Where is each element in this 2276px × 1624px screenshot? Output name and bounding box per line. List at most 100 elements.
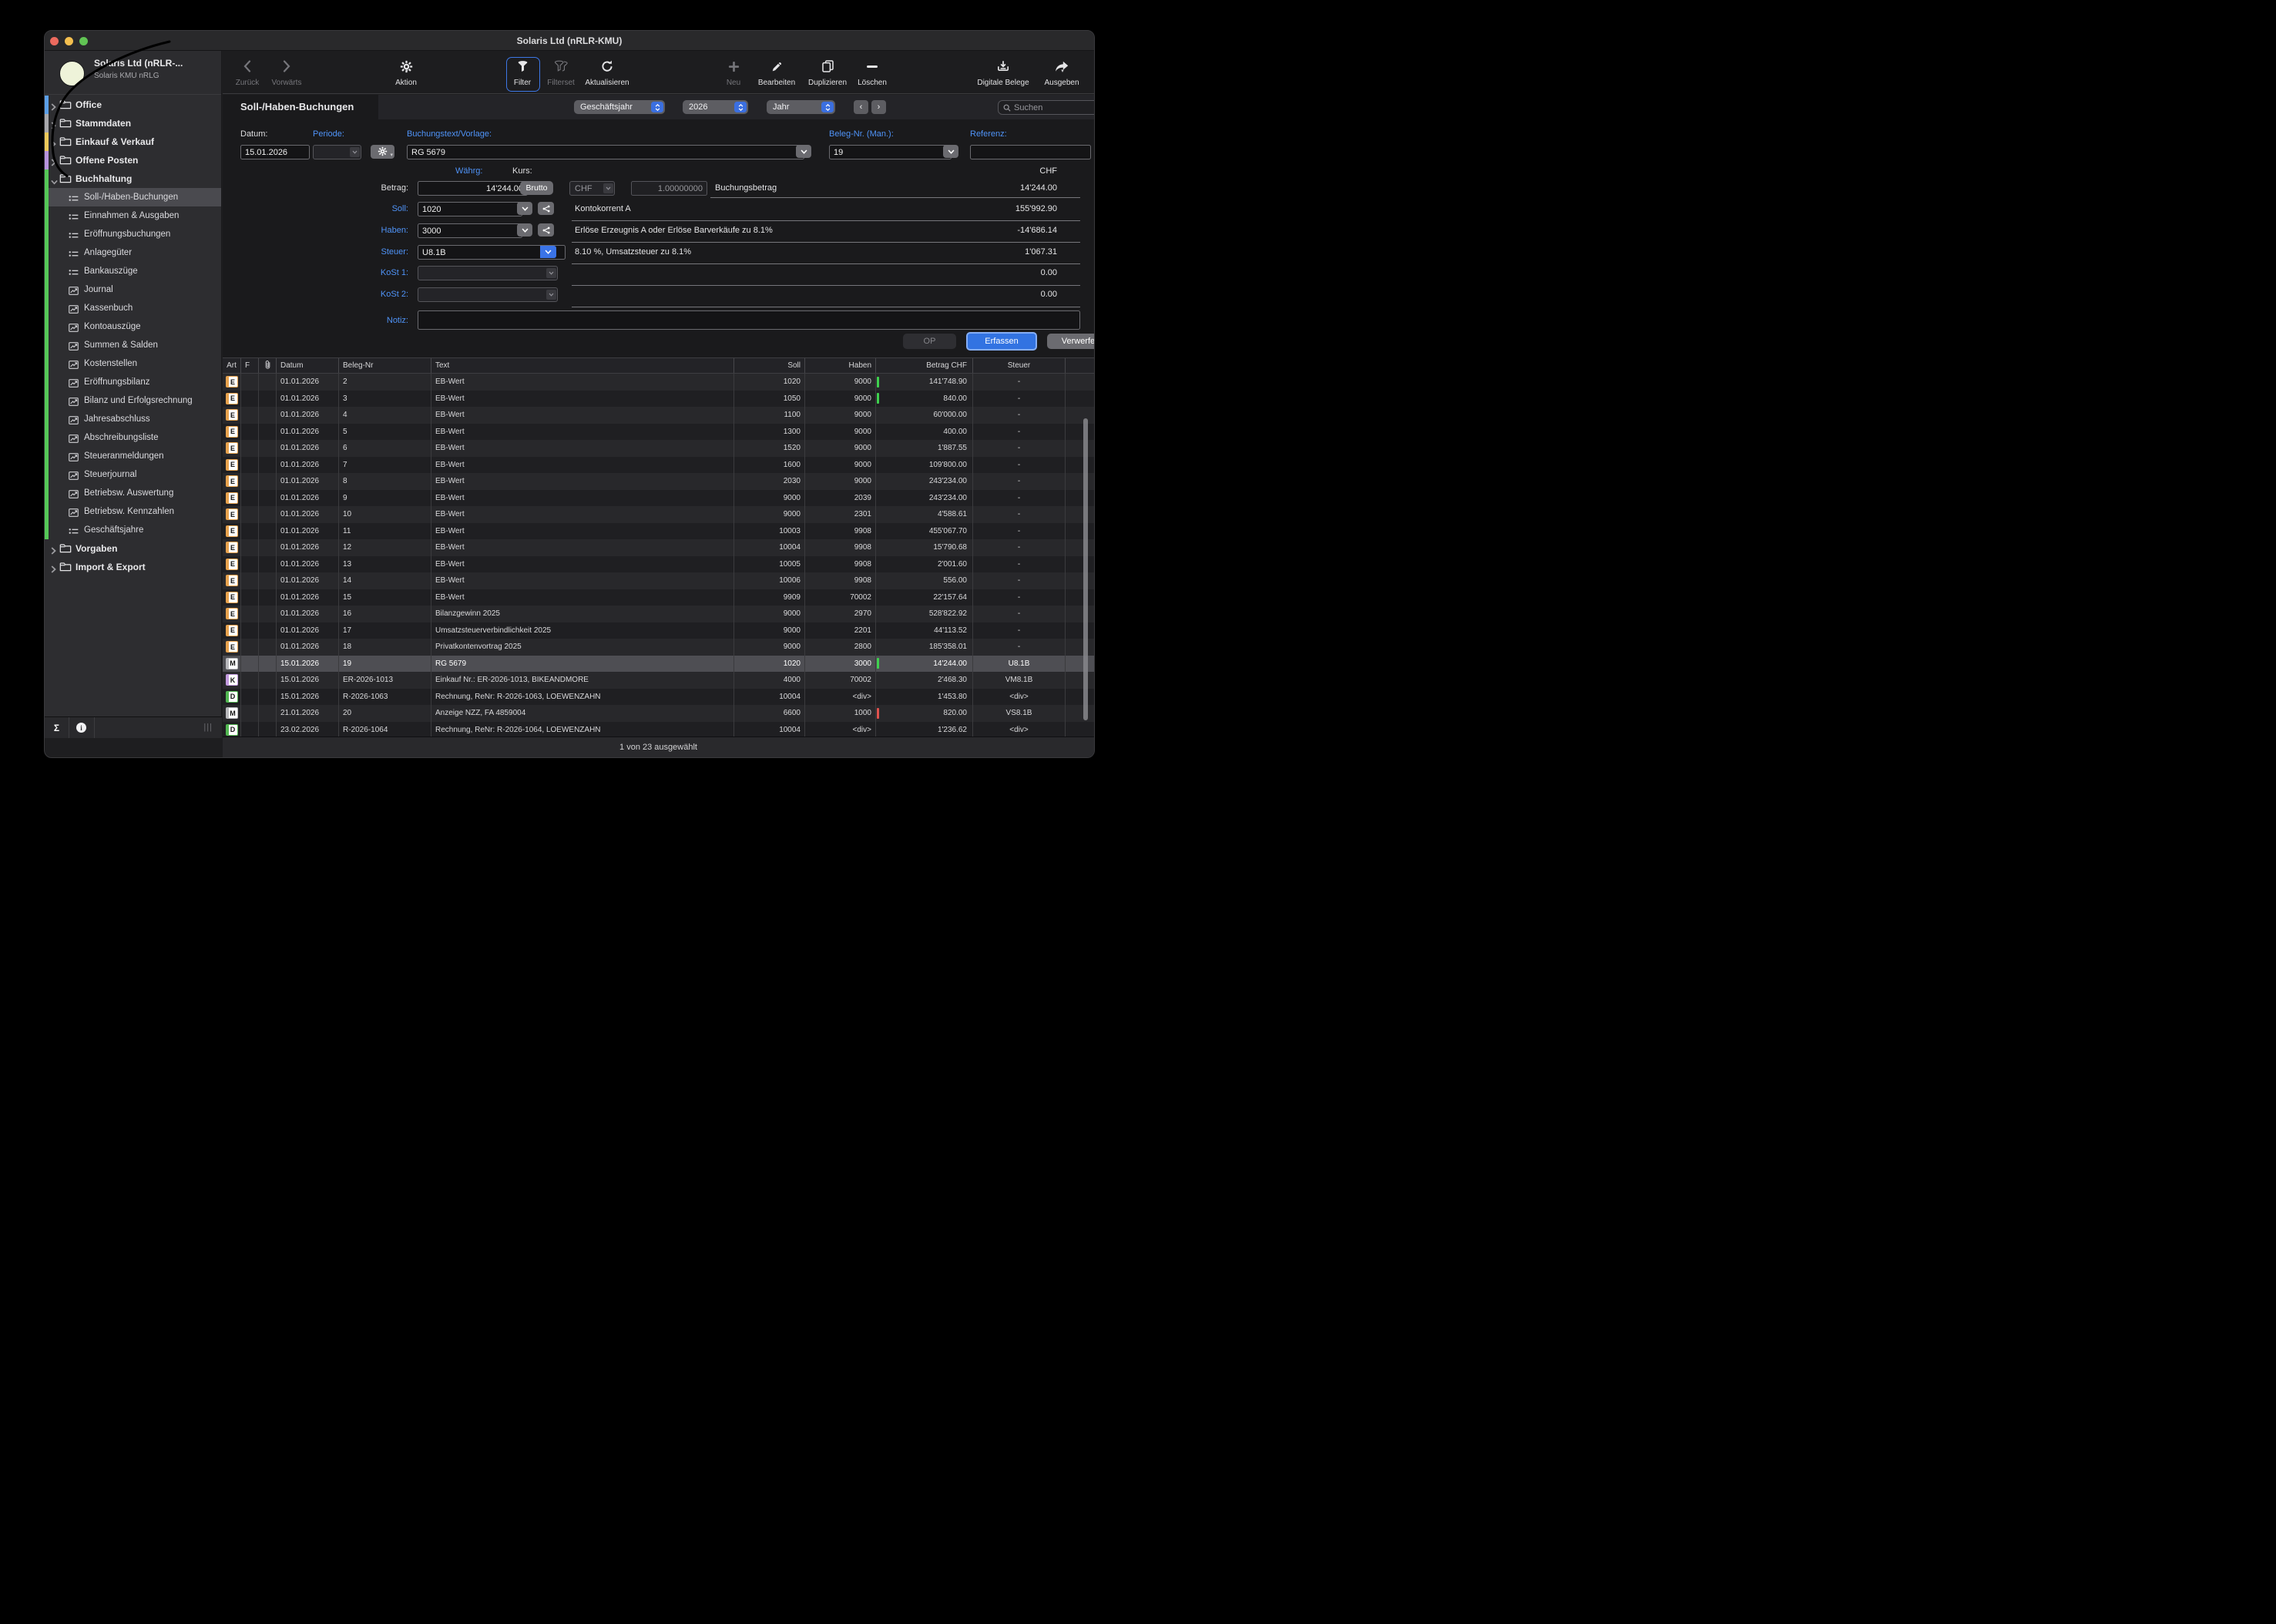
table-row[interactable]: D23.02.2026R-2026-1064Rechnung, ReNr: R-… (223, 722, 1094, 739)
haben-account-tree-button[interactable] (538, 223, 554, 237)
vorlage-gear-button[interactable]: ▾ (371, 145, 394, 159)
prev-period-button[interactable]: ‹ (854, 100, 868, 114)
column-header-art[interactable]: Art (223, 358, 241, 373)
sidebar-item-jahresabschluss[interactable]: Jahresabschluss (45, 410, 221, 428)
table-row[interactable]: E01.01.202613EB-Wert1000599082'001.60- (223, 556, 1094, 573)
sidebar-item-offene-posten[interactable]: Offene Posten (45, 151, 221, 169)
table-row[interactable]: E01.01.202611EB-Wert100039908455'067.70- (223, 523, 1094, 540)
table-row[interactable]: E01.01.20265EB-Wert13009000400.00- (223, 424, 1094, 441)
sidebar-item-betriebsw-kennzahlen[interactable]: Betriebsw. Kennzahlen (45, 502, 221, 521)
buchungstext-label[interactable]: Buchungstext/Vorlage: (407, 129, 492, 139)
sidebar-item-import-export[interactable]: Import & Export (45, 558, 221, 576)
column-header-steuer[interactable]: Steuer (973, 358, 1066, 373)
erfassen-button[interactable]: Erfassen (966, 332, 1037, 351)
soll-label[interactable]: Soll: (354, 204, 408, 213)
period-select-1[interactable]: 2026 (683, 100, 748, 114)
table-row[interactable]: E01.01.202612EB-Wert10004990815'790.68- (223, 539, 1094, 556)
column-header-attachment[interactable] (259, 358, 277, 373)
table-row[interactable]: E01.01.20267EB-Wert16009000109'800.00- (223, 457, 1094, 474)
company-avatar[interactable] (59, 61, 85, 86)
sidebar-item-steueranmeldungen[interactable]: Steueranmeldungen (45, 447, 221, 465)
table-row[interactable]: M21.01.202620Anzeige NZZ, FA 48590046600… (223, 705, 1094, 722)
notiz-input[interactable] (418, 310, 1080, 330)
column-header-text[interactable]: Text (431, 358, 734, 373)
sidebar-item-bankauszüge[interactable]: Bankauszüge (45, 262, 221, 280)
table-row[interactable]: E01.01.20268EB-Wert20309000243'234.00- (223, 473, 1094, 490)
sum-button[interactable]: Σ (45, 717, 69, 738)
referenz-label[interactable]: Referenz: (970, 129, 1007, 139)
steuer-label[interactable]: Steuer: (354, 247, 408, 257)
sidebar-item-steuerjournal[interactable]: Steuerjournal (45, 465, 221, 484)
toolbar-vorwärts-button[interactable]: Vorwärts (252, 51, 321, 93)
kost1-select[interactable] (418, 266, 558, 280)
column-header-soll[interactable]: Soll (734, 358, 805, 373)
table-row[interactable]: E01.01.20263EB-Wert10509000840.00- (223, 391, 1094, 408)
haben-dropdown-button[interactable] (517, 223, 532, 237)
table-row[interactable]: E01.01.202618Privatkontenvortrag 2025900… (223, 639, 1094, 656)
column-header-betrag[interactable]: Betrag CHF (876, 358, 973, 373)
disclosure-right-icon[interactable] (51, 545, 56, 559)
waehrung-select[interactable]: CHF (569, 181, 615, 196)
periode-label[interactable]: Periode: (313, 129, 344, 139)
kost2-select[interactable] (418, 287, 558, 302)
waehrung-label[interactable]: Währg: (455, 166, 482, 176)
disclosure-right-icon[interactable] (51, 101, 56, 115)
kost1-label[interactable]: KoSt 1: (354, 268, 408, 277)
belegnr-label[interactable]: Beleg-Nr. (Man.): (829, 129, 894, 139)
disclosure-right-icon[interactable] (51, 138, 56, 152)
sidebar-item-vorgaben[interactable]: Vorgaben (45, 539, 221, 558)
table-row[interactable]: E01.01.20266EB-Wert152090001'887.55- (223, 440, 1094, 457)
referenz-input[interactable] (970, 145, 1091, 159)
toolbar-aktualisieren-button[interactable]: Aktualisieren (572, 51, 642, 93)
kurs-input[interactable]: 1.00000000 (631, 181, 707, 196)
column-header-haben[interactable]: Haben (805, 358, 876, 373)
haben-label[interactable]: Haben: (354, 226, 408, 235)
brutto-toggle-button[interactable]: Brutto (520, 181, 553, 196)
sidebar-item-betriebsw-auswertung[interactable]: Betriebsw. Auswertung (45, 484, 221, 502)
table-row[interactable]: E01.01.202616Bilanzgewinn 20259000297052… (223, 606, 1094, 622)
soll-dropdown-button[interactable] (517, 202, 532, 215)
sidebar-item-summen-salden[interactable]: Summen & Salden (45, 336, 221, 354)
table-row[interactable]: K15.01.2026ER-2026-1013Einkauf Nr.: ER-2… (223, 672, 1094, 689)
sidebar-item-office[interactable]: Office (45, 96, 221, 114)
table-row[interactable]: E01.01.202614EB-Wert100069908556.00- (223, 572, 1094, 589)
sidebar-item-einkauf-verkauf[interactable]: Einkauf & Verkauf (45, 133, 221, 151)
toolbar-aktion-button[interactable]: ▾Aktion (371, 51, 441, 93)
table-row[interactable]: E01.01.202617Umsatzsteuerverbindlichkeit… (223, 622, 1094, 639)
sidebar-item-kostenstellen[interactable]: Kostenstellen (45, 354, 221, 373)
buchungstext-input[interactable]: RG 5679 (407, 145, 804, 159)
column-header-datum[interactable]: Datum (277, 358, 339, 373)
notiz-label[interactable]: Notiz: (354, 316, 408, 325)
kost2-label[interactable]: KoSt 2: (354, 290, 408, 299)
datum-input[interactable]: 15.01.2026 (240, 145, 310, 159)
toolbar-ausgeben-button[interactable]: ▾Ausgeben (1027, 51, 1095, 93)
column-header-beleg[interactable]: Beleg-Nr (339, 358, 431, 373)
disclosure-right-icon[interactable] (51, 563, 56, 577)
sidebar-item-eröffnungsbilanz[interactable]: Eröffnungsbilanz (45, 373, 221, 391)
info-button[interactable]: i (69, 717, 95, 738)
sidebar-item-einnahmen-ausgaben[interactable]: Einnahmen & Ausgaben (45, 206, 221, 225)
sidebar-item-soll-haben-buchungen[interactable]: Soll-/Haben-Buchungen (45, 188, 221, 206)
sidebar-item-geschäftsjahre[interactable]: Geschäftsjahre (45, 521, 221, 539)
sidebar-item-buchhaltung[interactable]: Buchhaltung (45, 169, 221, 188)
sidebar-item-journal[interactable]: Journal (45, 280, 221, 299)
table-row[interactable]: E01.01.20262EB-Wert10209000141'748.90- (223, 374, 1094, 391)
sidebar-item-kassenbuch[interactable]: Kassenbuch (45, 299, 221, 317)
op-button[interactable]: OP (903, 334, 956, 349)
soll-account-tree-button[interactable] (538, 202, 554, 215)
steuer-dropdown-button[interactable] (540, 246, 556, 258)
sidebar-item-kontoauszüge[interactable]: Kontoauszüge (45, 317, 221, 336)
disclosure-right-icon[interactable] (51, 156, 56, 170)
table-row[interactable]: D15.01.2026R-2026-1063Rechnung, ReNr: R-… (223, 689, 1094, 706)
betrag-input[interactable]: 14'244.00 (418, 181, 528, 196)
sidebar-resize-handle[interactable]: ||| (203, 723, 213, 732)
belegnr-dropdown-button[interactable] (943, 145, 958, 158)
sidebar-item-stammdaten[interactable]: Stammdaten (45, 114, 221, 133)
verwerfen-button[interactable]: Verwerfen (1047, 334, 1095, 349)
buchungstext-dropdown-button[interactable] (796, 145, 811, 158)
haben-input[interactable]: 3000 (418, 223, 522, 238)
table-row[interactable]: E01.01.20269EB-Wert90002039243'234.00- (223, 490, 1094, 507)
belegnr-input[interactable]: 19 (829, 145, 952, 159)
column-header-f[interactable]: F (241, 358, 259, 373)
toolbar-löschen-button[interactable]: Löschen (838, 51, 907, 93)
